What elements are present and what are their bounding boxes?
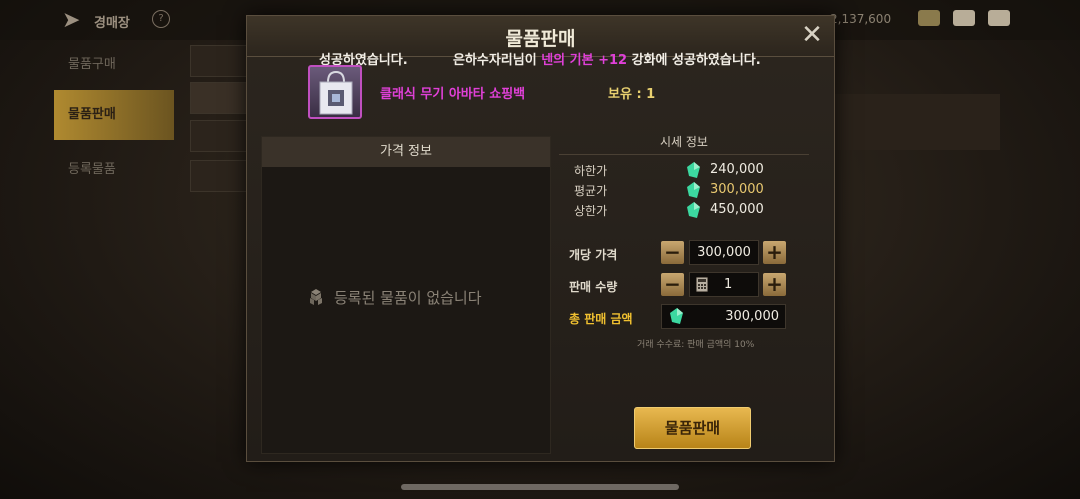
quantity-input[interactable]: 1 [689, 272, 759, 297]
help-icon[interactable]: ? [152, 10, 170, 28]
item-name: 클래식 무기 아바타 쇼핑백 [380, 87, 526, 102]
quantity-label: 판매 수량 [569, 280, 618, 294]
avg-price-value: 300,000 [710, 182, 764, 197]
owned-count: 보유 : 1 [608, 87, 656, 102]
total-price-value: 300,000 [725, 309, 779, 324]
dialog-title: 물품판매 [505, 28, 576, 50]
max-price-label: 상한가 [574, 204, 608, 218]
calculator-icon[interactable] [696, 277, 708, 300]
max-price-value: 450,000 [710, 202, 764, 217]
cube-icon [306, 288, 326, 310]
close-button[interactable]: ✕ [800, 22, 824, 48]
quantity-minus-button[interactable]: − [661, 273, 684, 296]
gem-icon [670, 308, 684, 332]
sidebar-item-sell[interactable]: 물품판매 [54, 90, 174, 140]
market-info-title: 시세 정보 [660, 135, 708, 149]
bg-tab [190, 120, 252, 152]
total-price-label: 총 판매 금액 [569, 312, 633, 326]
sell-dialog: 물품판매 ✕ 성공하였습니다. 은하수자리님이 넨의 기본 +12 강화에 성공… [246, 15, 835, 462]
price-info-panel: 가격 정보 등록된 물품이 없습니다 [261, 136, 551, 454]
mail-icon[interactable] [953, 10, 975, 26]
quantity-value: 1 [724, 277, 733, 292]
chat-icon[interactable] [988, 10, 1010, 26]
home-indicator[interactable] [401, 484, 679, 490]
total-price-field: 300,000 [661, 304, 786, 329]
unit-price-plus-button[interactable]: + [763, 241, 786, 264]
bg-tab [190, 160, 252, 192]
back-arrow-icon[interactable]: ➤ [62, 8, 80, 33]
price-info-header: 가격 정보 [262, 137, 550, 167]
inventory-icon[interactable] [918, 10, 940, 26]
item-row: 클래식 무기 아바타 쇼핑백 보유 : 1 [247, 60, 834, 126]
screen-title: 경매장 [94, 16, 130, 31]
sidebar-item-registered[interactable]: 등록물품 [54, 145, 174, 195]
min-price-value: 240,000 [710, 162, 764, 177]
empty-text: 등록된 물품이 없습니다 [334, 289, 482, 307]
avg-price-label: 평균가 [574, 184, 608, 198]
fee-note: 거래 수수료: 판매 금액의 10% [637, 340, 755, 350]
bg-tab [190, 82, 252, 114]
bg-panel [835, 94, 1000, 150]
unit-price-label: 개당 가격 [569, 248, 618, 262]
sidebar-item-buy[interactable]: 물품구매 [54, 40, 174, 90]
unit-price-minus-button[interactable]: − [661, 241, 684, 264]
divider [559, 154, 809, 155]
empty-listing-message: 등록된 물품이 없습니다 [306, 287, 482, 310]
currency-amount: 2,137,600 [830, 12, 892, 26]
gem-icon [687, 162, 701, 182]
unit-price-input[interactable]: 300,000 [689, 240, 759, 265]
shopping-bag-icon[interactable] [308, 65, 362, 119]
bg-tab [190, 45, 252, 77]
sell-button[interactable]: 물품판매 [634, 407, 751, 449]
min-price-label: 하한가 [574, 164, 608, 178]
gem-icon [687, 182, 701, 202]
quantity-plus-button[interactable]: + [763, 273, 786, 296]
gem-icon [687, 202, 701, 222]
